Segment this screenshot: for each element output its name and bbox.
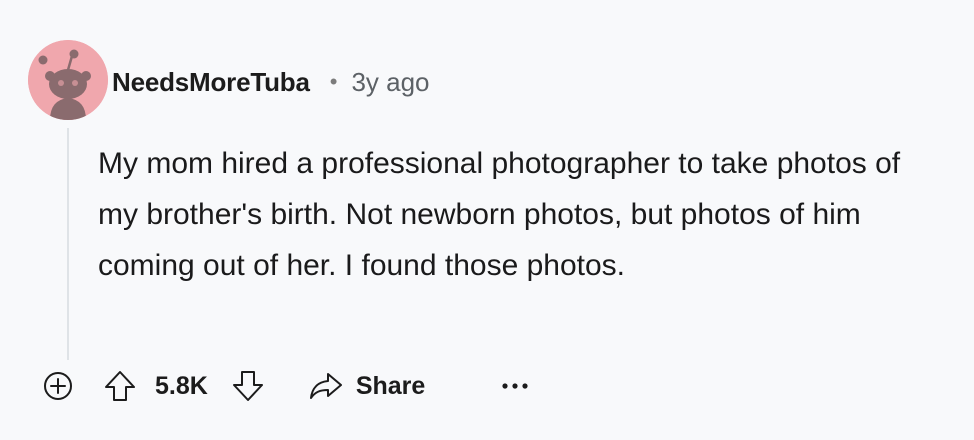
comment-action-bar: 5.8K Share [36, 364, 535, 408]
comment-header: NeedsMoreTuba • 3y ago [112, 62, 430, 102]
snoo-avatar-icon [28, 40, 108, 120]
downvote-button[interactable] [228, 364, 268, 408]
comment-body: My mom hired a professional photographer… [98, 147, 901, 282]
more-options-button[interactable] [495, 364, 535, 408]
meta-separator: • [329, 69, 338, 94]
upvote-arrow-icon [105, 371, 135, 401]
downvote-arrow-icon [232, 371, 263, 401]
thread-line[interactable] [67, 128, 69, 360]
username-link[interactable]: NeedsMoreTuba [112, 67, 310, 98]
ellipsis-icon [502, 383, 528, 389]
timestamp[interactable]: 3y ago [351, 67, 429, 98]
plus-circle-icon [44, 372, 72, 400]
share-button[interactable]: Share [308, 364, 425, 408]
vote-score: 5.8K [155, 371, 208, 400]
share-arrow-icon [309, 373, 342, 399]
vote-group: 5.8K [100, 364, 268, 408]
avatar[interactable] [28, 40, 108, 120]
upvote-button[interactable] [100, 364, 140, 408]
share-label: Share [355, 371, 426, 400]
expand-thread-button[interactable] [36, 364, 80, 408]
